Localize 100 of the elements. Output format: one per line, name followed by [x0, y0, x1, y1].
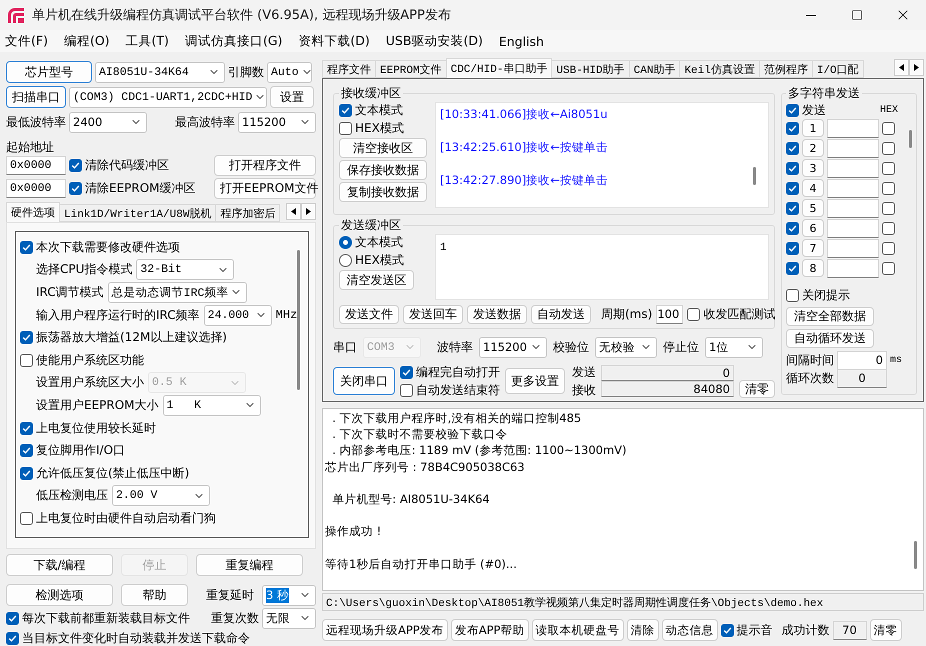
- string-field[interactable]: [827, 138, 879, 158]
- send-string-button[interactable]: 8: [802, 259, 824, 277]
- checkbox[interactable]: [339, 122, 352, 134]
- chip-model-button[interactable]: 芯片型号: [6, 61, 92, 83]
- settings-button[interactable]: 设置: [270, 86, 314, 108]
- send-action-button[interactable]: 自动发送: [531, 304, 591, 324]
- receive-text-area[interactable]: [10:33:41.066]接收←Ai8051u [13:42:25.610]接收←按键单击 [13:42:27.890]接收←按键单击: [435, 102, 769, 208]
- count-dropdown[interactable]: 无限: [262, 608, 316, 628]
- pin-count-dropdown[interactable]: Auto: [267, 62, 312, 82]
- send-string-button[interactable]: 7: [802, 239, 824, 257]
- menu-item[interactable]: 调试仿真接口(G): [182, 32, 284, 50]
- checkbox[interactable]: [339, 104, 352, 116]
- scroll-thumb[interactable]: [753, 167, 756, 185]
- delay-dropdown[interactable]: 3 秒: [262, 584, 316, 606]
- dropdown[interactable]: 1 K: [162, 394, 261, 416]
- scroll-left-button[interactable]: [894, 59, 909, 76]
- string-field[interactable]: [827, 258, 879, 278]
- send-string-button[interactable]: 3: [802, 159, 824, 177]
- menu-item[interactable]: 资料下载(D): [296, 32, 372, 50]
- string-field[interactable]: [827, 218, 879, 238]
- send-string-button[interactable]: 4: [802, 179, 824, 197]
- interval-field[interactable]: 0: [837, 350, 887, 370]
- checkbox[interactable]: [786, 222, 799, 234]
- close-port-button[interactable]: 关闭串口: [333, 367, 395, 395]
- menu-item[interactable]: 工具(T): [124, 32, 171, 50]
- checkbox[interactable]: [882, 202, 895, 214]
- parity-dropdown[interactable]: 无校验: [595, 336, 657, 358]
- reset-count-button[interactable]: 清零: [870, 619, 902, 641]
- tab[interactable]: I/O口配: [812, 60, 864, 78]
- menu-item[interactable]: 文件(F): [3, 32, 50, 50]
- checkbox[interactable]: [786, 288, 799, 302]
- radio-button[interactable]: [339, 236, 352, 248]
- loop-count-field[interactable]: 0: [837, 368, 887, 388]
- tab[interactable]: Keil仿真设置: [679, 60, 760, 78]
- send-string-button[interactable]: 2: [802, 139, 824, 157]
- multi-send-button[interactable]: 清空全部数据: [786, 307, 874, 326]
- open-file-button[interactable]: 打开程序文件: [214, 155, 316, 176]
- string-field[interactable]: [827, 238, 879, 258]
- checkbox[interactable]: [6, 612, 19, 624]
- tab[interactable]: 程序文件: [322, 60, 376, 78]
- footer-button[interactable]: 发布APP帮助: [450, 619, 528, 641]
- checkbox[interactable]: [882, 182, 895, 194]
- checkbox[interactable]: [20, 354, 33, 367]
- tab[interactable]: CAN助手: [628, 60, 680, 78]
- send-text-area[interactable]: 1: [435, 234, 769, 300]
- dropdown[interactable]: 2.00 V: [112, 485, 210, 506]
- scroll-right-button[interactable]: [301, 203, 316, 220]
- receive-button[interactable]: 保存接收数据: [339, 160, 427, 180]
- scan-port-button[interactable]: 扫描串口: [6, 86, 66, 108]
- port-dropdown[interactable]: (COM3) CDC1-UART1,2CDC+HID: [69, 86, 267, 108]
- string-field[interactable]: [827, 118, 879, 138]
- checkbox[interactable]: [20, 466, 33, 480]
- footer-button[interactable]: 远程现场升级APP发布: [322, 619, 448, 641]
- menu-item[interactable]: English: [496, 34, 546, 48]
- checkbox[interactable]: [786, 104, 799, 116]
- tab[interactable]: 范例程序: [758, 60, 813, 78]
- tab[interactable]: CDC/HID-串口助手: [446, 58, 552, 78]
- checkbox[interactable]: [20, 512, 33, 525]
- send-action-button[interactable]: 发送数据: [467, 304, 527, 324]
- multi-send-button[interactable]: 自动循环发送: [786, 329, 874, 348]
- receive-button[interactable]: 清空接收区: [339, 138, 427, 158]
- checkbox[interactable]: [786, 262, 799, 274]
- checkbox[interactable]: [69, 182, 82, 195]
- tab[interactable]: USB-HID助手: [551, 60, 630, 78]
- checkbox[interactable]: [882, 142, 895, 154]
- tab[interactable]: EEPROM文件: [375, 60, 447, 78]
- menu-item[interactable]: USB驱动安装(D): [384, 32, 485, 50]
- string-field[interactable]: [827, 178, 879, 198]
- open-file-button[interactable]: 打开EEPROM文件: [214, 178, 316, 199]
- checkbox[interactable]: [687, 308, 700, 320]
- scroll-thumb[interactable]: [297, 250, 300, 390]
- checkbox[interactable]: [786, 242, 799, 254]
- chip-model-dropdown[interactable]: AI8051U-34K64: [95, 62, 225, 82]
- checkbox[interactable]: [786, 122, 799, 134]
- checkbox[interactable]: [882, 122, 895, 134]
- tab[interactable]: Link1D/Writer1A/U8W脱机: [59, 204, 216, 222]
- checkbox[interactable]: [786, 182, 799, 194]
- baud-dropdown[interactable]: 115200: [479, 336, 547, 358]
- checkbox[interactable]: [882, 242, 895, 254]
- checkbox[interactable]: [69, 159, 82, 172]
- footer-button[interactable]: 清除: [626, 619, 658, 641]
- reset-count-button[interactable]: 清零: [739, 380, 775, 398]
- stop-bits-dropdown[interactable]: 1位: [705, 336, 763, 358]
- footer-button[interactable]: 动态信息: [662, 619, 718, 641]
- address-field[interactable]: 0x0000: [6, 156, 66, 175]
- checkbox[interactable]: [400, 366, 413, 378]
- tab[interactable]: 硬件选项: [6, 202, 60, 222]
- tab[interactable]: 程序加密后: [215, 204, 280, 222]
- baud-dropdown[interactable]: 2400: [69, 112, 147, 132]
- action-button[interactable]: 帮助: [121, 584, 188, 606]
- checkbox[interactable]: [6, 632, 19, 644]
- baud-dropdown[interactable]: 115200: [238, 112, 316, 132]
- scroll-thumb[interactable]: [909, 130, 912, 148]
- checkbox[interactable]: [20, 240, 33, 254]
- checkbox[interactable]: [720, 624, 734, 636]
- more-settings-button[interactable]: 更多设置: [505, 368, 565, 394]
- checkbox[interactable]: [400, 384, 413, 396]
- send-action-button[interactable]: 发送回车: [403, 304, 463, 324]
- string-field[interactable]: [827, 158, 879, 178]
- checkbox[interactable]: [882, 222, 895, 234]
